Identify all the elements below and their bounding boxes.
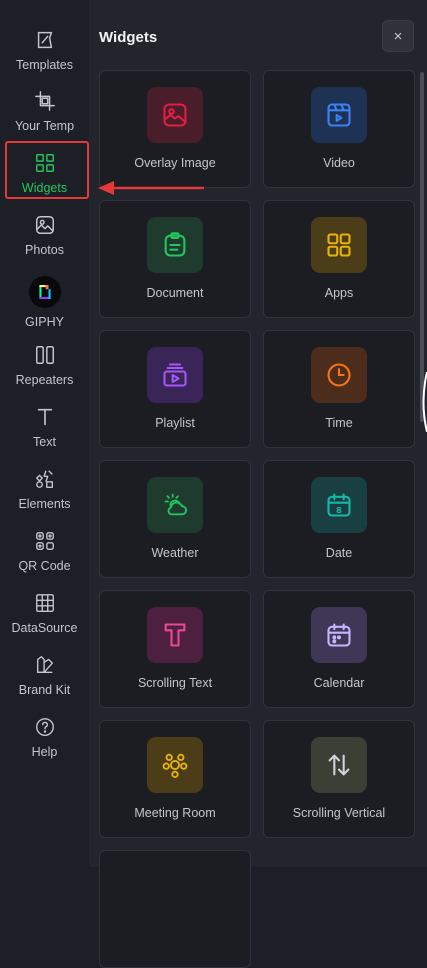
crop-icon: [34, 90, 56, 112]
sidebar: Templates Your Temp Widgets Photos GIPHY…: [0, 0, 89, 867]
widget-label: Apps: [324, 286, 354, 300]
sidebar-item-help[interactable]: Help: [0, 716, 89, 772]
sidebar-item-giphy[interactable]: GIPHY: [0, 276, 89, 338]
widget-label: Weather: [151, 546, 199, 560]
widget-label: Overlay Image: [134, 156, 216, 170]
apps-icon: [311, 217, 367, 273]
sidebar-item-label: Help: [31, 745, 58, 759]
widget-label: Calendar: [313, 676, 365, 690]
widget-card-document[interactable]: Document: [99, 200, 251, 318]
widget-label: Document: [146, 286, 204, 300]
photo-icon: [34, 214, 56, 236]
right-edge-fragment: [422, 372, 427, 432]
sidebar-item-label: Repeaters: [15, 373, 74, 387]
widget-card-playlist[interactable]: Playlist: [99, 330, 251, 448]
table-icon: [34, 592, 56, 614]
sidebar-item-label: Photos: [25, 243, 64, 257]
widget-card-overlay-image[interactable]: Overlay Image: [99, 70, 251, 188]
qr-code-icon: [34, 530, 56, 552]
meeting-room-icon: [147, 737, 203, 793]
weather-icon: [147, 477, 203, 533]
sidebar-item-text[interactable]: Text: [0, 406, 89, 462]
templates-icon: [34, 29, 56, 51]
widgets-panel: Widgets × Overlay Image Video Document A…: [89, 0, 427, 968]
widgets-highlight-annotation: [5, 141, 89, 199]
sidebar-item-label: Brand Kit: [18, 683, 71, 697]
calendar-icon: [311, 607, 367, 663]
close-icon: ×: [393, 27, 403, 45]
sidebar-item-label: Your Temp: [14, 119, 75, 133]
sidebar-item-label: QR Code: [18, 559, 71, 573]
sidebar-item-brand-kit[interactable]: Brand Kit: [0, 654, 89, 710]
image-icon: [147, 87, 203, 143]
widget-label: Scrolling Vertical: [292, 806, 386, 820]
widget-label: Scrolling Text: [137, 676, 213, 690]
clock-icon: [311, 347, 367, 403]
widget-card-meeting-room[interactable]: Meeting Room: [99, 720, 251, 838]
widget-label: Playlist: [155, 416, 195, 430]
sidebar-item-label: Elements: [18, 497, 71, 511]
sidebar-item-photos[interactable]: Photos: [0, 214, 89, 270]
widget-card-partial[interactable]: [99, 850, 251, 968]
widget-card-video[interactable]: Video: [263, 70, 415, 188]
widget-card-scrolling-text[interactable]: Scrolling Text: [99, 590, 251, 708]
widget-card-calendar[interactable]: Calendar: [263, 590, 415, 708]
panel-scrollbar[interactable]: [420, 72, 424, 422]
annotation-arrow: [98, 181, 204, 195]
calendar-date-icon: 8: [311, 477, 367, 533]
widget-card-time[interactable]: Time: [263, 330, 415, 448]
giphy-icon: [28, 276, 61, 308]
sidebar-item-label: Text: [33, 435, 56, 449]
svg-text:8: 8: [336, 505, 342, 515]
sidebar-item-label: Templates: [16, 58, 73, 72]
close-button[interactable]: ×: [382, 20, 414, 52]
playlist-icon: [147, 347, 203, 403]
sidebar-item-your-templates[interactable]: Your Temp: [0, 90, 89, 146]
document-icon: [147, 217, 203, 273]
widget-card-apps[interactable]: Apps: [263, 200, 415, 318]
sidebar-item-label: GIPHY: [25, 315, 64, 329]
widget-label: Video: [323, 156, 355, 170]
widget-card-date[interactable]: 8 Date: [263, 460, 415, 578]
help-icon: [34, 716, 56, 738]
widget-label: Date: [325, 546, 353, 560]
scroll-vertical-icon: [311, 737, 367, 793]
sidebar-item-qr-code[interactable]: QR Code: [0, 530, 89, 586]
widget-label: Time: [325, 416, 353, 430]
scrolling-text-icon: [147, 607, 203, 663]
widget-card-scrolling-vertical[interactable]: Scrolling Vertical: [263, 720, 415, 838]
brand-kit-icon: [34, 654, 56, 676]
repeaters-icon: [34, 344, 56, 366]
sidebar-item-elements[interactable]: Elements: [0, 468, 89, 524]
text-icon: [34, 406, 56, 428]
elements-icon: [34, 468, 56, 490]
sidebar-item-repeaters[interactable]: Repeaters: [0, 344, 89, 400]
sidebar-item-datasource[interactable]: DataSource: [0, 592, 89, 648]
panel-title: Widgets: [99, 29, 158, 46]
sidebar-item-templates[interactable]: Templates: [0, 29, 89, 85]
sidebar-item-label: DataSource: [11, 621, 78, 635]
widget-label: Meeting Room: [134, 806, 216, 820]
video-icon: [311, 87, 367, 143]
widget-card-weather[interactable]: Weather: [99, 460, 251, 578]
